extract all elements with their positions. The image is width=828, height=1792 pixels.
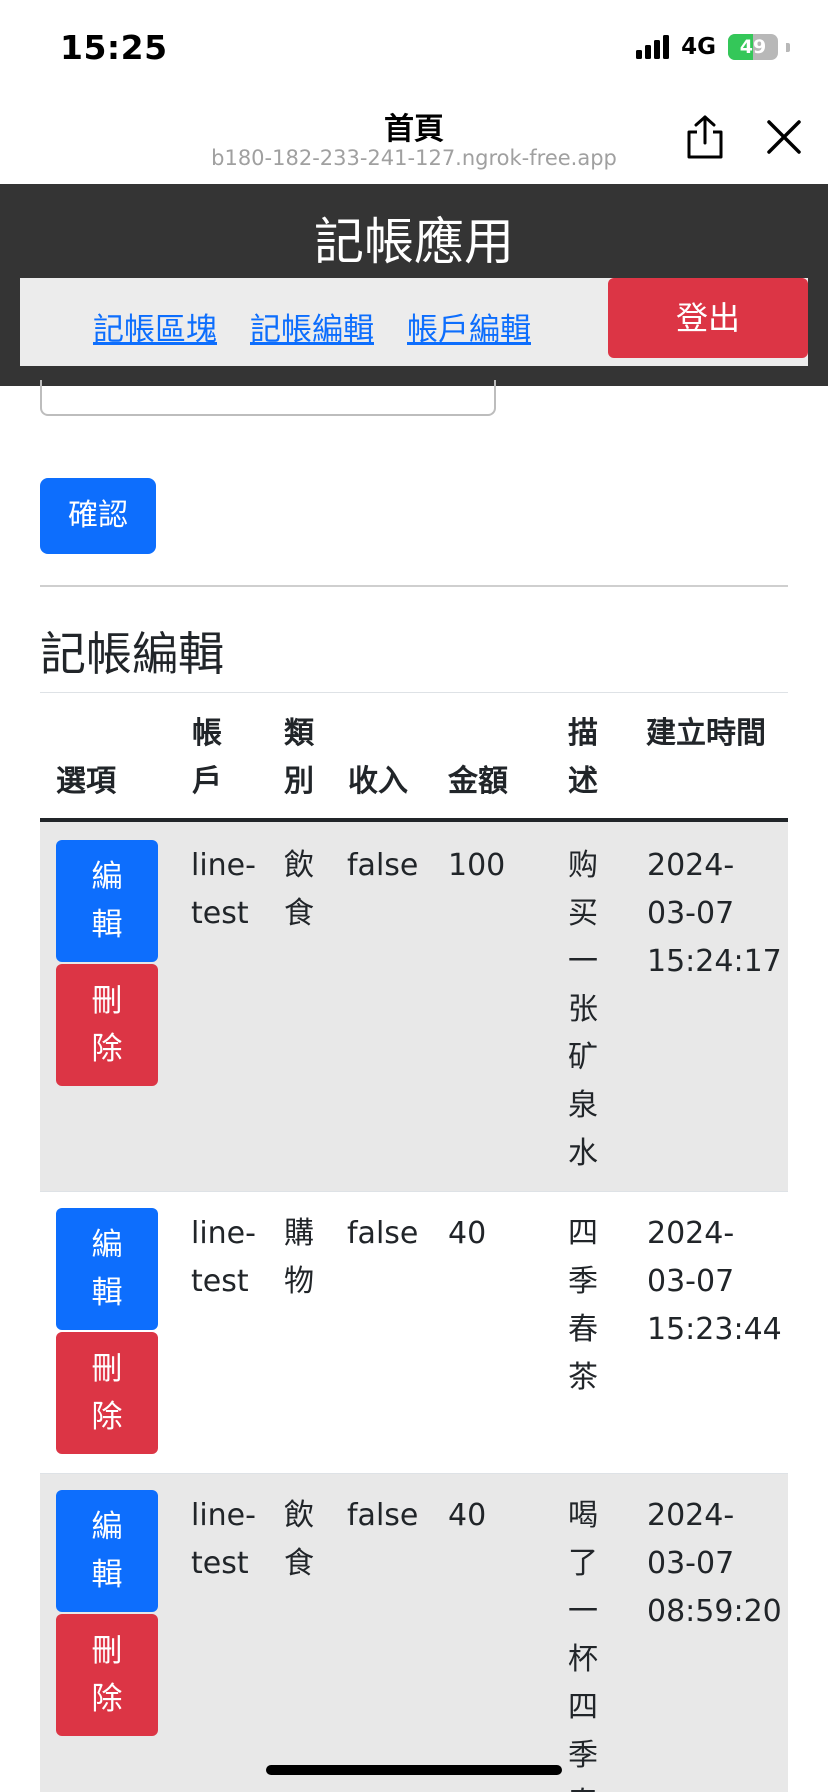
header-description: 描述	[568, 716, 598, 799]
delete-label: 刪除	[91, 1633, 123, 1717]
nav-link-ledger-block[interactable]: 記帳區塊	[93, 304, 217, 349]
cell-account: line-test	[191, 1498, 256, 1581]
delete-button[interactable]: 刪除	[56, 1332, 158, 1454]
cell-amount: 40	[448, 1216, 487, 1251]
header-income: 收入	[348, 764, 408, 799]
cellular-signal-icon	[636, 35, 670, 59]
records-table: 選項 帳戶 類別 收入 金額 描述 建立時間 編輯 刪除 line-test 飲…	[40, 692, 788, 1792]
cell-created-at: 2024-03-07 15:23:44	[647, 1216, 782, 1347]
share-icon[interactable]	[684, 114, 726, 160]
cell-description: 购买一张矿泉水	[568, 848, 598, 1171]
table-header: 選項 帳戶 類別 收入 金額 描述 建立時間	[40, 692, 788, 822]
cell-amount: 40	[448, 1498, 487, 1533]
cell-category: 飲食	[284, 848, 314, 931]
app-nav: 記帳區塊 記帳編輯 帳戶編輯 登出	[20, 278, 808, 366]
delete-label: 刪除	[91, 1351, 123, 1435]
edit-button[interactable]: 編輯	[56, 1208, 158, 1330]
nav-link-ledger-edit[interactable]: 記帳編輯	[250, 304, 374, 349]
table-row: 編輯 刪除 line-test 飲食 false 100 购买一张矿泉水 202…	[40, 822, 788, 1192]
status-indicators: 4G 49	[636, 34, 790, 60]
app-header: 記帳應用 記帳區塊 記帳編輯 帳戶編輯 登出	[0, 184, 828, 386]
divider	[40, 585, 788, 587]
battery-nub	[786, 42, 790, 52]
battery-level: 49	[739, 36, 767, 58]
delete-label: 刪除	[91, 983, 123, 1067]
cell-created-at: 2024-03-07 15:24:17	[647, 848, 782, 979]
logout-button[interactable]: 登出	[608, 278, 808, 358]
form-input[interactable]	[40, 380, 496, 416]
header-options: 選項	[56, 764, 116, 799]
cell-category: 飲食	[284, 1498, 314, 1581]
browser-header: 首頁 b180-182-233-241-127.ngrok-free.app	[0, 96, 828, 184]
cell-income: false	[347, 1498, 419, 1533]
edit-button[interactable]: 編輯	[56, 1490, 158, 1612]
header-amount: 金額	[448, 764, 508, 799]
cell-created-at: 2024-03-07 08:59:20	[647, 1498, 782, 1629]
header-created-at: 建立時間	[646, 716, 766, 751]
close-icon[interactable]	[765, 118, 803, 156]
status-bar: 15:25 4G 49	[0, 0, 828, 96]
table-row: 編輯 刪除 line-test 購物 false 40 四季春茶 2024-03…	[40, 1192, 788, 1474]
header-category: 類別	[284, 716, 314, 799]
edit-button[interactable]: 編輯	[56, 840, 158, 962]
battery-icon: 49	[728, 34, 778, 60]
edit-label: 編輯	[91, 1509, 123, 1593]
network-type: 4G	[681, 34, 716, 60]
home-indicator	[266, 1765, 562, 1775]
cell-account: line-test	[191, 848, 256, 931]
delete-button[interactable]: 刪除	[56, 964, 158, 1086]
cell-description: 喝了一杯四季春	[568, 1498, 598, 1792]
section-title: 記帳編輯	[40, 627, 224, 681]
header-account: 帳戶	[192, 716, 222, 799]
cell-income: false	[347, 848, 419, 883]
edit-label: 編輯	[91, 859, 123, 943]
cell-account: line-test	[191, 1216, 256, 1299]
status-time: 15:25	[60, 28, 168, 67]
cell-amount: 100	[448, 848, 506, 883]
nav-link-account-edit[interactable]: 帳戶編輯	[407, 304, 531, 349]
edit-label: 編輯	[91, 1227, 123, 1311]
cell-category: 購物	[284, 1216, 314, 1299]
cell-description: 四季春茶	[568, 1216, 598, 1395]
table-row: 編輯 刪除 line-test 飲食 false 40 喝了一杯四季春 2024…	[40, 1474, 788, 1792]
delete-button[interactable]: 刪除	[56, 1614, 158, 1736]
confirm-button[interactable]: 確認	[40, 478, 156, 554]
app-title: 記帳應用	[314, 213, 514, 271]
cell-income: false	[347, 1216, 419, 1251]
